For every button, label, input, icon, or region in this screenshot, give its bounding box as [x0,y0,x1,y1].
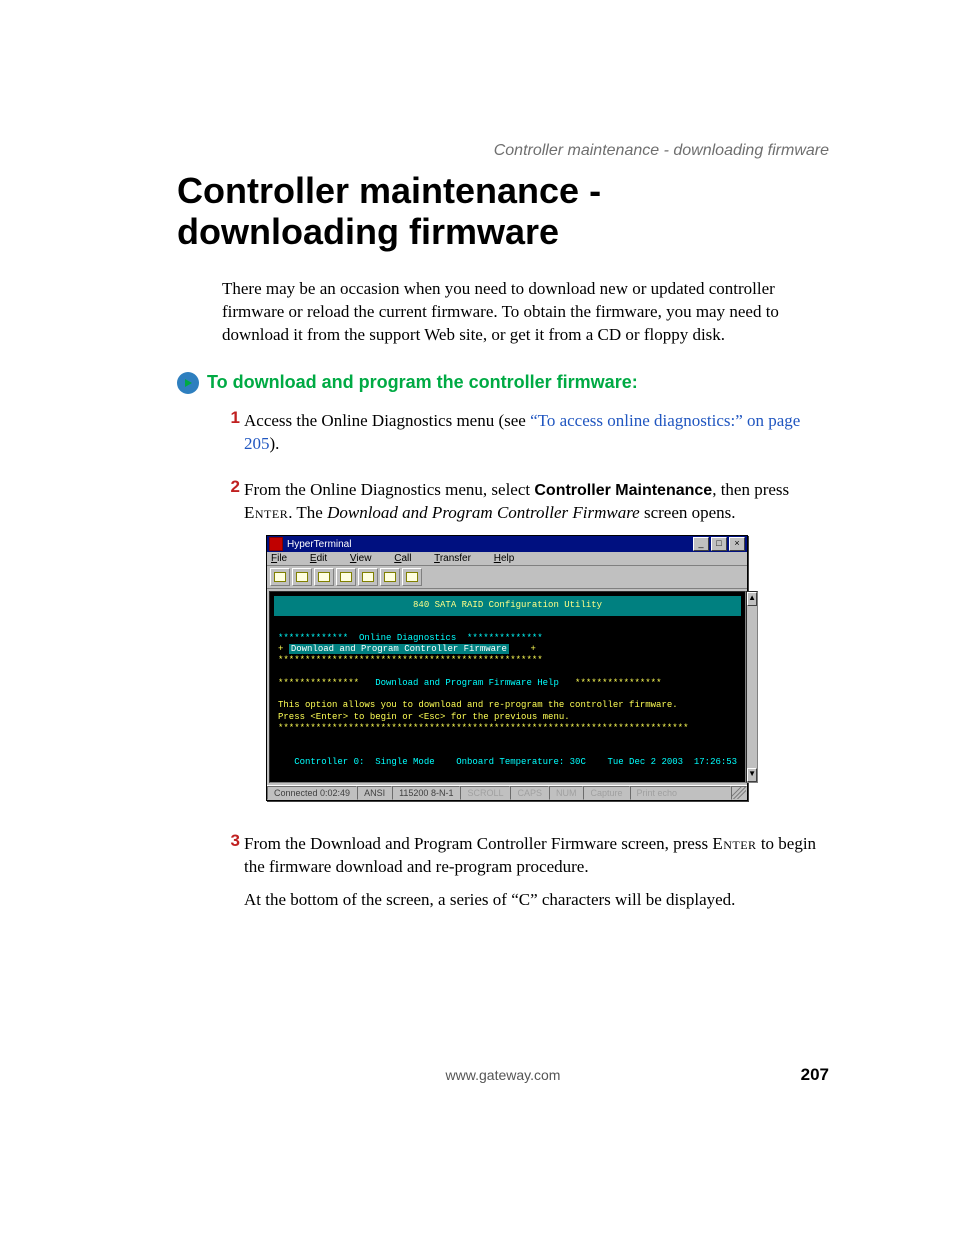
step-2: 2 From the Online Diagnostics menu, sele… [222,475,829,829]
status-emulation: ANSI [357,786,392,800]
status-connected: Connected 0:02:49 [267,786,357,800]
minimize-button[interactable]: _ [693,537,709,551]
ui-label-controller-maintenance: Controller Maintenance [534,482,712,499]
terminal-help-divider: ****************************************… [278,723,688,733]
status-capture: Capture [583,786,629,800]
toolbar-open-icon[interactable] [292,568,312,586]
running-header: Controller maintenance - downloading fir… [494,142,829,160]
terminal-scrollbar[interactable]: ▲ ▼ [746,591,758,783]
step-2-text-mid: , then press [712,480,789,499]
status-settings: 115200 8-N-1 [392,786,460,800]
hyperterminal-titlebar[interactable]: HyperTerminal _ □ × [267,536,747,552]
scroll-down-icon[interactable]: ▼ [747,768,757,782]
hyperterminal-statusbar: Connected 0:02:49 ANSI 115200 8-N-1 SCRO… [267,785,747,800]
menu-edit[interactable]: Edit [310,553,337,564]
terminal-help-title: *************** Download and Program Fir… [278,678,661,688]
hyperterminal-menubar: File Edit View Call Transfer Help [267,552,747,566]
page-footer: www.gateway.com 207 [177,1065,829,1085]
procedure-heading: To download and program the controller f… [207,372,638,393]
toolbar-new-icon[interactable] [270,568,290,586]
terminal-menu-row: + Download and Program Controller Firmwa… [278,644,536,654]
step-2-text-post1: . The [288,503,327,522]
toolbar-receive-icon[interactable] [380,568,400,586]
page-number: 207 [801,1065,829,1085]
toolbar-send-icon[interactable] [358,568,378,586]
step-3: 3 From the Download and Program Controll… [222,829,829,932]
key-enter: Enter [712,834,756,853]
footer-url: www.gateway.com [446,1067,561,1083]
scroll-up-icon[interactable]: ▲ [747,592,757,606]
terminal-output[interactable]: 840 SATA RAID Configuration Utility ****… [269,591,746,783]
menu-view[interactable]: View [350,553,382,564]
terminal-help-line1: This option allows you to download and r… [278,700,678,710]
toolbar-properties-icon[interactable] [402,568,422,586]
terminal-banner: 840 SATA RAID Configuration Utility [274,596,741,615]
status-scroll: SCROLL [460,786,510,800]
step-1: 1 Access the Online Diagnostics menu (se… [222,406,829,476]
hyperterminal-window: HyperTerminal _ □ × File Edit View Call … [266,535,748,801]
step-3-para2: At the bottom of the screen, a series of… [244,889,829,912]
terminal-divider: ****************************************… [278,655,543,665]
step-2-text-pre: From the Online Diagnostics menu, select [244,480,534,499]
menu-help[interactable]: Help [494,553,525,564]
arrow-icon [177,372,199,394]
screen-name-download-program: Download and Program Controller Firmware [327,503,640,522]
status-num: NUM [549,786,584,800]
status-caps: CAPS [510,786,549,800]
terminal-selected-item: Download and Program Controller Firmware [289,644,509,654]
step-number: 2 [222,477,240,497]
step-number: 3 [222,831,240,851]
terminal-status-line: Controller 0: Single Mode Onboard Temper… [278,757,737,767]
step-3-text-pre: From the Download and Program Controller… [244,834,712,853]
menu-transfer[interactable]: Transfer [434,553,481,564]
status-printecho: Print echo [630,786,731,800]
close-button[interactable]: × [729,537,745,551]
hyperterminal-app-icon [269,537,283,551]
terminal-section-header: ************* Online Diagnostics *******… [278,633,543,643]
menu-file[interactable]: File [271,553,297,564]
hyperterminal-toolbar [267,566,747,589]
page-title: Controller maintenance - downloading fir… [177,170,829,253]
resize-grip-icon[interactable] [731,786,747,800]
step-number: 1 [222,408,240,428]
menu-call[interactable]: Call [394,553,421,564]
hyperterminal-title: HyperTerminal [287,539,351,550]
toolbar-call-icon[interactable] [314,568,334,586]
step-2-text-post2: screen opens. [640,503,736,522]
key-enter: Enter [244,503,288,522]
toolbar-hangup-icon[interactable] [336,568,356,586]
step-1-text-pre: Access the Online Diagnostics menu (see [244,411,530,430]
terminal-help-line2: Press <Enter> to begin or <Esc> for the … [278,712,570,722]
maximize-button[interactable]: □ [711,537,727,551]
intro-paragraph: There may be an occasion when you need t… [222,278,829,347]
step-1-text-post: ). [270,434,280,453]
